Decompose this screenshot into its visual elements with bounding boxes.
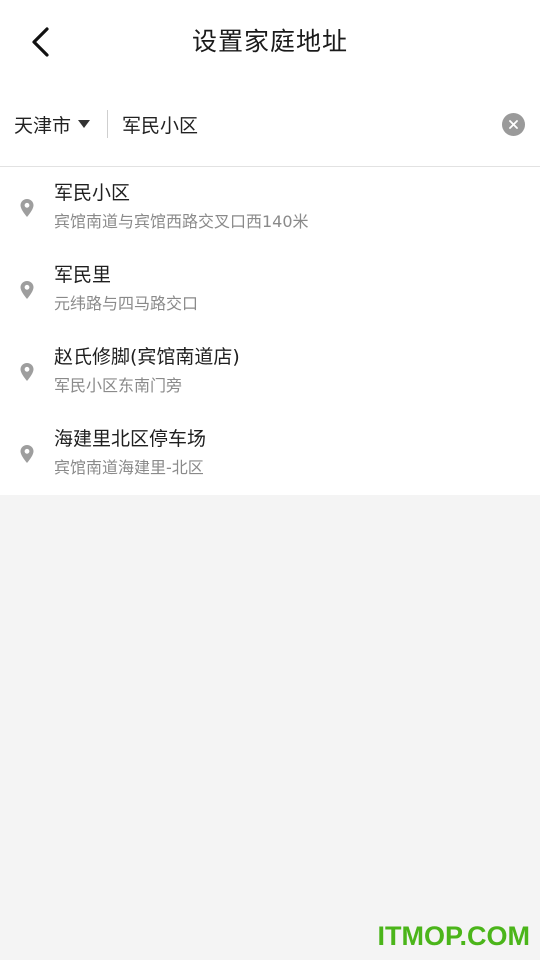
location-pin-icon (19, 444, 35, 464)
search-bar: 天津市 (0, 100, 540, 148)
result-item[interactable]: 赵氏修脚(宾馆南道店) 军民小区东南门旁 (0, 331, 540, 413)
search-divider (107, 110, 108, 138)
clear-button[interactable] (502, 113, 525, 136)
search-input[interactable] (122, 108, 482, 140)
caret-down-icon (78, 120, 91, 128)
result-address: 宾馆南道与宾馆西路交叉口西140米 (54, 212, 309, 231)
result-item[interactable]: 海建里北区停车场 宾馆南道海建里-北区 (0, 413, 540, 495)
result-item[interactable]: 军民里元纬路与四马路交口 (0, 249, 540, 331)
header-bar: 设置家庭地址 (0, 0, 540, 84)
result-address: 宾馆南道海建里-北区 (54, 458, 204, 477)
clear-circle-icon (509, 120, 518, 129)
result-name: 赵氏修脚(宾馆南道店) (54, 346, 240, 368)
results-list: 军民小区宾馆南道与宾馆西路交叉口西140米 军民里元纬路与四马路交口赵氏修脚(宾馆… (0, 167, 540, 495)
watermark: ITMOP.COM (377, 921, 530, 951)
city-label: 天津市 (14, 114, 72, 137)
city-selector[interactable]: 天津市 (14, 108, 91, 140)
content-panel: 设置家庭地址 天津市 军民小区宾馆南道与宾馆西路交叉口西140米军民里元纬路与四… (0, 0, 540, 495)
result-address: 元纬路与四马路交口 (54, 294, 199, 313)
result-name: 军民小区 (54, 182, 131, 204)
location-pin-icon (19, 280, 35, 300)
result-item[interactable]: 军民小区宾馆南道与宾馆西路交叉口西140米 (0, 167, 540, 249)
result-name: 军民里 (54, 264, 112, 286)
location-pin-icon (19, 198, 35, 218)
result-name: 海建里北区停车场 (54, 428, 207, 450)
result-address: 军民小区东南门旁 (54, 376, 183, 395)
page-title: 设置家庭地址 (191, 27, 348, 56)
location-pin-icon (19, 362, 35, 382)
